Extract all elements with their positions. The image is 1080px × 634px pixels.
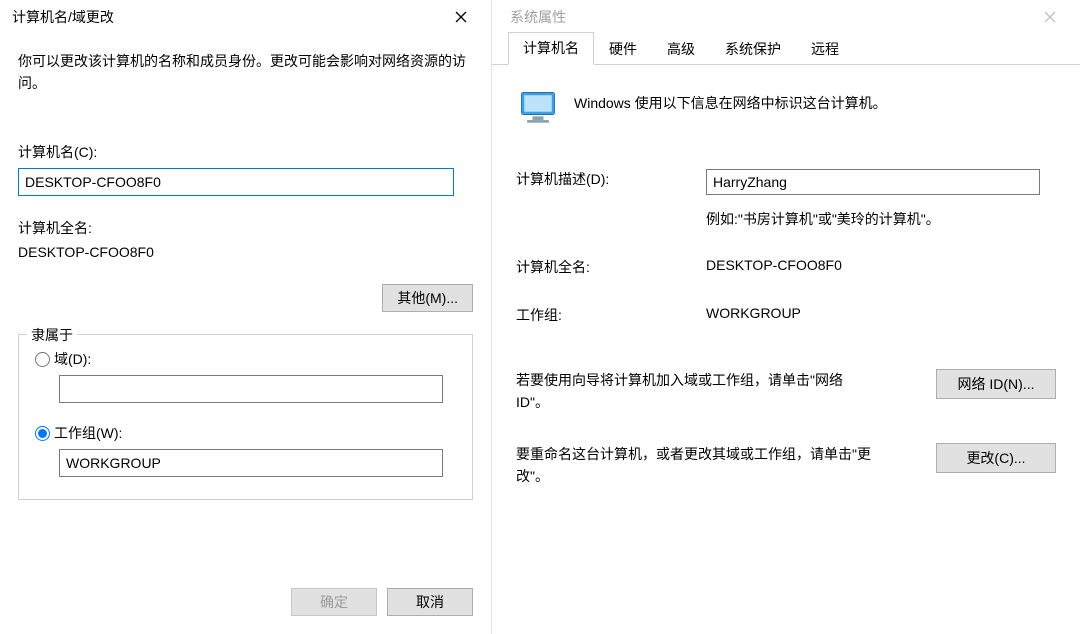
dialog-title: 系统属性 <box>510 7 1028 27</box>
workgroup-input[interactable] <box>59 449 443 477</box>
workgroup-radio-label[interactable]: 工作组(W): <box>54 423 122 443</box>
computer-name-label: 计算机名(C): <box>18 142 473 162</box>
tab-advanced[interactable]: 高级 <box>652 33 710 65</box>
close-icon[interactable] <box>439 2 483 32</box>
tab-hardware[interactable]: 硬件 <box>594 33 652 65</box>
change-button[interactable]: 更改(C)... <box>936 443 1056 473</box>
tab-computer-name[interactable]: 计算机名 <box>508 32 594 65</box>
dialog-title: 计算机名/域更改 <box>12 7 439 27</box>
network-id-hint: 若要使用向导将计算机加入域或工作组，请单击"网络 ID"。 <box>516 369 874 413</box>
tab-bar: 计算机名 硬件 高级 系统保护 远程 <box>492 34 1080 65</box>
computer-icon <box>516 87 560 131</box>
workgroup-label: 工作组: <box>516 305 706 325</box>
title-bar: 计算机名/域更改 <box>0 0 491 34</box>
full-computer-name-value: DESKTOP-CFOO8F0 <box>18 244 473 260</box>
full-computer-name-value: DESKTOP-CFOO8F0 <box>706 257 1056 277</box>
domain-input <box>59 375 443 403</box>
member-of-fieldset: 隶属于 域(D): 工作组(W): <box>18 334 473 500</box>
computer-name-input[interactable] <box>18 168 454 196</box>
system-properties-dialog: 系统属性 计算机名 硬件 高级 系统保护 远程 Windows 使用以下信息在网… <box>492 0 1080 634</box>
ok-button[interactable]: 确定 <box>291 588 377 616</box>
full-computer-name-label: 计算机全名: <box>18 218 473 238</box>
intro-text: 你可以更改该计算机的名称和成员身份。更改可能会影响对网络资源的访问。 <box>18 50 473 94</box>
other-button[interactable]: 其他(M)... <box>382 284 473 312</box>
domain-radio[interactable] <box>35 352 50 367</box>
workgroup-radio[interactable] <box>35 426 50 441</box>
tab-system-protection[interactable]: 系统保护 <box>710 33 796 65</box>
info-text: Windows 使用以下信息在网络中标识这台计算机。 <box>574 87 887 113</box>
change-hint: 要重命名这台计算机，或者更改其域或工作组，请单击"更改"。 <box>516 443 874 487</box>
cancel-button[interactable]: 取消 <box>387 588 473 616</box>
domain-radio-label[interactable]: 域(D): <box>54 349 91 369</box>
network-id-button[interactable]: 网络 ID(N)... <box>936 369 1056 399</box>
computer-name-change-dialog: 计算机名/域更改 你可以更改该计算机的名称和成员身份。更改可能会影响对网络资源的… <box>0 0 492 634</box>
full-computer-name-label: 计算机全名: <box>516 257 706 277</box>
member-of-legend: 隶属于 <box>27 325 77 345</box>
computer-description-input[interactable] <box>706 169 1040 195</box>
description-example-text: 例如:"书房计算机"或"美玲的计算机"。 <box>706 209 1056 229</box>
computer-description-label: 计算机描述(D): <box>516 169 706 195</box>
title-bar: 系统属性 <box>492 0 1080 34</box>
tab-remote[interactable]: 远程 <box>796 33 854 65</box>
workgroup-value: WORKGROUP <box>706 305 1056 325</box>
close-icon[interactable] <box>1028 2 1072 32</box>
